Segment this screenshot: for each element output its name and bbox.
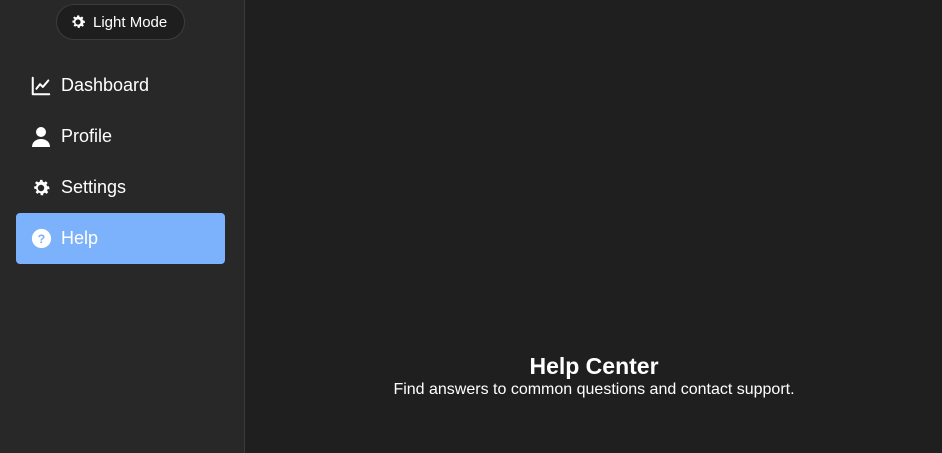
- sidebar-item-label: Help: [61, 228, 99, 248]
- page-title: Help Center: [529, 353, 659, 379]
- user-icon: [30, 126, 52, 148]
- app-window: Light Mode Dashboard Profile Settings ? …: [0, 0, 942, 453]
- sidebar-nav: Dashboard Profile Settings ? Help: [16, 60, 225, 264]
- sidebar-item-label: Profile: [61, 126, 113, 146]
- chart-line-icon: [30, 75, 52, 97]
- sidebar-item-settings[interactable]: Settings: [16, 162, 225, 213]
- theme-toggle-label: Light Mode: [93, 13, 168, 31]
- sidebar-item-label: Dashboard: [61, 75, 150, 95]
- help-center-section: Help Center Find answers to common quest…: [246, 352, 942, 399]
- svg-text:?: ?: [37, 232, 44, 246]
- gear-icon: [69, 13, 87, 31]
- sidebar: Light Mode Dashboard Profile Settings ? …: [0, 0, 245, 453]
- gear-icon: [30, 177, 52, 199]
- sidebar-item-dashboard[interactable]: Dashboard: [16, 60, 225, 111]
- main-content: Help Center Find answers to common quest…: [246, 0, 942, 453]
- sidebar-item-help[interactable]: ? Help: [16, 213, 225, 264]
- theme-toggle-button[interactable]: Light Mode: [56, 4, 185, 40]
- question-circle-icon: ?: [30, 228, 52, 250]
- sidebar-item-profile[interactable]: Profile: [16, 111, 225, 162]
- page-subtitle: Find answers to common questions and con…: [393, 381, 795, 398]
- sidebar-item-label: Settings: [61, 177, 127, 197]
